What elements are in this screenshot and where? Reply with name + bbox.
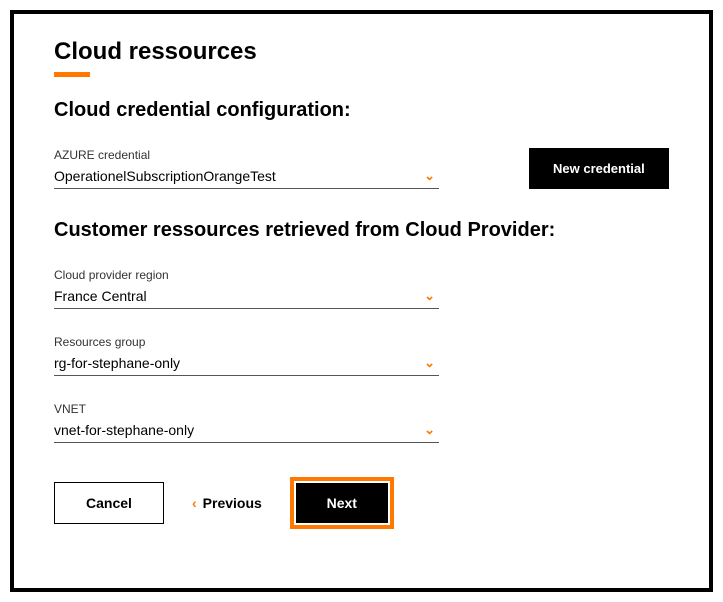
title-underline <box>54 72 90 77</box>
chevron-left-icon: ‹ <box>192 495 197 511</box>
vnet-dropdown[interactable]: VNET vnet-for-stephane-only ⌄ <box>54 402 439 443</box>
chevron-down-icon: ⌄ <box>424 168 435 184</box>
previous-button[interactable]: ‹ Previous <box>192 495 262 511</box>
new-credential-button[interactable]: New credential <box>529 148 669 189</box>
resource-group-label: Resources group <box>54 335 439 349</box>
region-label: Cloud provider region <box>54 268 439 282</box>
section-heading-resources: Customer ressources retrieved from Cloud… <box>54 219 669 242</box>
vnet-value-row: vnet-for-stephane-only ⌄ <box>54 422 439 438</box>
next-button-highlight: Next <box>290 477 394 529</box>
resource-group-value: rg-for-stephane-only <box>54 355 180 371</box>
credential-row: AZURE credential OperationelSubscription… <box>54 148 669 189</box>
wizard-footer: Cancel ‹ Previous Next <box>54 477 669 529</box>
next-button[interactable]: Next <box>296 483 388 523</box>
vnet-label: VNET <box>54 402 439 416</box>
resource-group-dropdown[interactable]: Resources group rg-for-stephane-only ⌄ <box>54 335 439 376</box>
section-heading-credential: Cloud credential configuration: <box>54 99 669 122</box>
region-value: France Central <box>54 288 147 304</box>
azure-credential-dropdown[interactable]: AZURE credential OperationelSubscription… <box>54 148 439 189</box>
region-dropdown[interactable]: Cloud provider region France Central ⌄ <box>54 268 439 309</box>
previous-label: Previous <box>203 495 262 511</box>
vnet-value: vnet-for-stephane-only <box>54 422 194 438</box>
azure-credential-value: OperationelSubscriptionOrangeTest <box>54 168 276 184</box>
cancel-button[interactable]: Cancel <box>54 482 164 524</box>
region-value-row: France Central ⌄ <box>54 288 439 304</box>
chevron-down-icon: ⌄ <box>424 422 435 438</box>
azure-credential-label: AZURE credential <box>54 148 439 162</box>
chevron-down-icon: ⌄ <box>424 355 435 371</box>
azure-credential-value-row: OperationelSubscriptionOrangeTest ⌄ <box>54 168 439 184</box>
page-frame: Cloud ressources Cloud credential config… <box>10 10 713 592</box>
chevron-down-icon: ⌄ <box>424 288 435 304</box>
resource-group-value-row: rg-for-stephane-only ⌄ <box>54 355 439 371</box>
page-title: Cloud ressources <box>54 38 669 66</box>
resource-fields: Cloud provider region France Central ⌄ R… <box>54 268 669 443</box>
